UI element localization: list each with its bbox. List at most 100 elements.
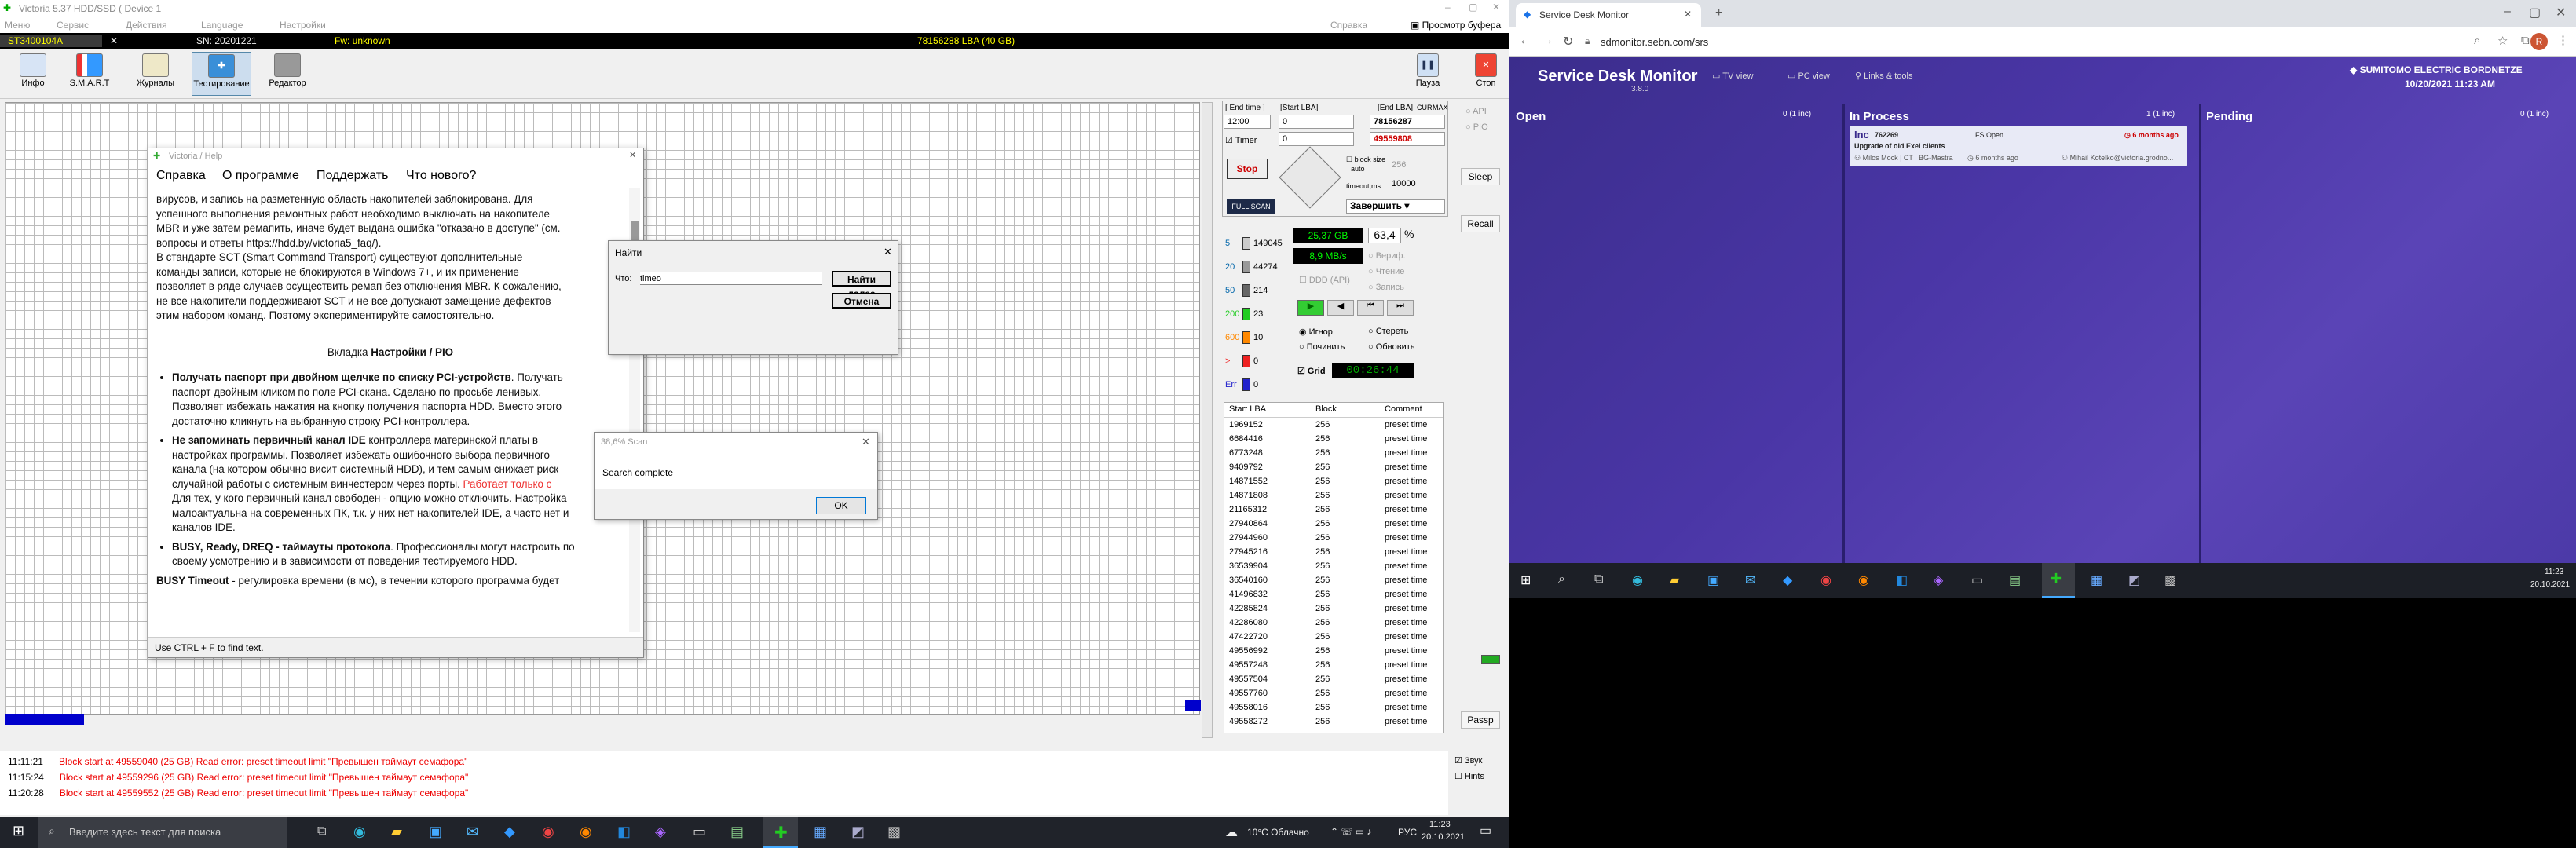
nav-pc-view[interactable]: ▭ PC view [1787,71,1830,81]
table-row[interactable]: 49558016 256 preset time [1229,703,1441,717]
table-row[interactable]: 1969152 256 preset time [1229,420,1441,434]
reload-icon[interactable]: ↻ [1563,34,1573,49]
table-row[interactable]: 14871552 256 preset time [1229,477,1441,491]
read-radio[interactable]: ○ Чтение [1368,267,1404,276]
firefox-icon[interactable]: ◉ [1858,572,1869,588]
finish-select[interactable]: Завершить ▾ [1346,199,1445,214]
api-radio[interactable]: ○ API [1465,107,1487,116]
table-row[interactable]: 9409792 256 preset time [1229,462,1441,477]
menu-icon[interactable]: ⋮ [2557,33,2569,47]
table-row[interactable]: 6773248 256 preset time [1229,448,1441,462]
forward-icon[interactable]: → [1541,34,1553,48]
erase-radio[interactable]: ○ Стереть [1368,327,1408,336]
grid-scrollbar[interactable] [1202,102,1213,738]
clock-date[interactable]: 20.10.2021 [1422,832,1465,842]
menu-item[interactable]: Меню [5,20,30,31]
app-icon[interactable]: ▦ [814,824,827,840]
find-input[interactable] [640,272,822,285]
verify-radio[interactable]: ○ Вериф. [1368,251,1406,261]
store-icon[interactable]: ▣ [1707,572,1719,588]
close-icon[interactable]: ✕ [110,35,118,46]
table-row[interactable]: 36540160 256 preset time [1229,576,1441,590]
table-row[interactable]: 49557760 256 preset time [1229,689,1441,703]
timer-checkbox[interactable]: ☑ Timer [1225,135,1257,145]
menu-item[interactable]: Language [201,20,243,31]
chrome-icon[interactable]: ◉ [542,824,554,840]
tab-testing[interactable]: ✚ Тестирование [192,52,251,96]
victoria-taskbar-icon[interactable]: ✚ [2050,571,2062,587]
victoria-taskbar-icon[interactable]: ✚ [774,823,788,843]
close-icon[interactable]: ✕ [884,246,892,258]
language-indicator[interactable]: РУС [1398,827,1417,838]
clock-time[interactable]: 11:23 [2545,568,2563,576]
app-icon[interactable]: ◆ [504,824,515,840]
fullscan-button[interactable]: FULL SCAN [1227,199,1275,214]
col-block[interactable]: Block [1315,404,1337,414]
search-icon[interactable]: ⌕ [2474,34,2480,47]
menu-item[interactable]: Сервис [57,20,89,31]
terminal-icon[interactable]: ▭ [1971,572,1983,588]
table-row[interactable]: 27945216 256 preset time [1229,547,1441,561]
pause-button[interactable]: ❚❚ Пауза [1398,52,1458,96]
clock-time[interactable]: 11:23 [1429,820,1451,829]
table-row[interactable]: 49556992 256 preset time [1229,646,1441,660]
ok-button[interactable]: OK [816,497,866,514]
windows-start-icon[interactable]: ⊞ [13,823,24,839]
table-row[interactable]: 49558272 256 preset time [1229,717,1441,731]
mail-icon[interactable]: ✉ [467,824,478,840]
tray-icons[interactable]: ⌃ ☏ ▭ ♪ [1330,826,1371,837]
pio-radio[interactable]: ○ PIO [1465,122,1488,132]
scroll-thumb[interactable] [631,221,639,241]
stop-button[interactable]: ✕ Стоп [1456,52,1509,96]
app-icon[interactable]: ▩ [2164,572,2176,588]
firefox-icon[interactable]: ◉ [580,824,592,840]
folder-icon[interactable]: ▰ [391,824,402,840]
skip-back-button[interactable]: ⏮ [1357,300,1384,316]
table-row[interactable]: 36539904 256 preset time [1229,561,1441,576]
mail-icon[interactable]: ✉ [1745,572,1755,588]
col-comment[interactable]: Comment [1385,404,1422,414]
end-time-input[interactable] [1224,115,1271,129]
back-button[interactable]: ◀ [1327,300,1354,316]
passport-button[interactable]: Passp [1461,711,1500,729]
new-tab-icon[interactable]: + [1715,6,1722,20]
avatar[interactable]: R [2530,33,2548,50]
chrome-icon[interactable]: ◉ [1820,572,1831,588]
outlook-icon[interactable]: ◧ [617,824,631,840]
sound-checkbox[interactable]: ☑ Звук [1454,755,1482,766]
table-row[interactable]: 49557504 256 preset time [1229,674,1441,689]
menu-item[interactable]: Справка [1330,20,1367,31]
task-view-icon[interactable]: ⧉ [1594,572,1603,587]
table-row[interactable]: 47422720 256 preset time [1229,632,1441,646]
menu-item[interactable]: Действия [126,20,167,31]
folder-icon[interactable]: ▰ [1670,572,1679,588]
extensions-icon[interactable]: ⧉ [2521,34,2530,47]
browser-tab[interactable]: ◆ Service Desk Monitor ✕ [1516,3,1701,27]
table-row[interactable]: 27940864 256 preset time [1229,519,1441,533]
ticket-card[interactable]: Inc 762269 FS Open ◷ 6 months ago Upgrad… [1850,126,2187,166]
ddd-checkbox[interactable]: ☐ DDD (API) [1299,275,1350,285]
help-tab-support[interactable]: Поддержать [317,169,388,183]
back-icon[interactable]: ← [1519,34,1531,48]
remap-radio[interactable]: ○ Починить [1299,342,1345,352]
terminal-icon[interactable]: ▭ [693,824,706,840]
edge-icon[interactable]: ◉ [1632,572,1643,588]
tab-logs[interactable]: Журналы [126,52,185,96]
help-tab-news[interactable]: Что нового? [406,169,476,183]
end2-lba-input[interactable] [1370,132,1445,146]
tab-smart[interactable]: S.M.A.R.T [60,52,119,96]
grid-checkbox[interactable]: ☑ Grid [1297,366,1326,376]
address-bar[interactable]: 🔒︎ sdmonitor.sebn.com/srs [1582,31,2406,53]
star-icon[interactable]: ☆ [2497,34,2508,48]
tab-info[interactable]: Инфо [3,52,63,96]
store-icon[interactable]: ▣ [429,824,442,840]
col-start-lba[interactable]: Start LBA [1229,404,1266,414]
close-icon[interactable]: ✕ [629,150,636,160]
windows-start-icon[interactable]: ⊞ [1520,572,1531,588]
close-tab-icon[interactable]: ✕ [1684,9,1692,20]
play-button[interactable]: ▶ [1297,300,1324,316]
minimize-icon[interactable]: – [2504,5,2511,19]
app-icon[interactable]: ▩ [887,824,901,840]
timeout-value[interactable]: 10000 [1392,179,1416,188]
skip-end-button[interactable]: ⏭ [1387,300,1414,316]
